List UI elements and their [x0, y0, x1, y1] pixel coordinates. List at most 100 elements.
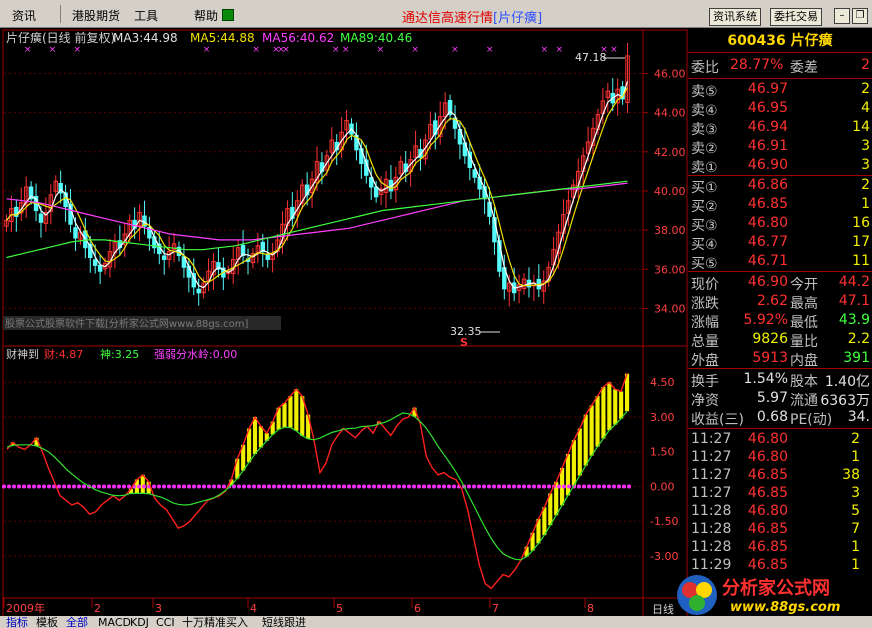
watershed-dot [327, 484, 331, 489]
candle-body [373, 186, 379, 198]
watershed-dot [107, 484, 111, 489]
quote-row-value-2: 17 [852, 234, 870, 250]
quote-row-value: 46.90 [747, 274, 788, 290]
tick-price: 46.85 [747, 467, 788, 483]
quote-row-label: 涨跌 [691, 296, 719, 312]
watershed-dot [447, 484, 451, 489]
quote-row-value-2: 16 [852, 215, 870, 231]
menu-tools[interactable]: 工具 [134, 7, 158, 24]
watershed-dot [7, 484, 11, 489]
watershed-dot [492, 484, 496, 489]
quote-row-value: 5.92% [743, 312, 788, 328]
indicator-bar [258, 426, 263, 448]
tick-row: 11:28 46.80 5 [688, 503, 872, 522]
watershed-dot [242, 484, 246, 489]
quote-row-value: 46.91 [747, 138, 788, 154]
menu-info[interactable]: 资讯 [12, 7, 36, 24]
indicator-bar [613, 389, 618, 425]
watermark-text: 分析家公式网 [722, 578, 830, 599]
indicator-bar [288, 396, 293, 428]
tab-macd[interactable]: MACD [98, 616, 131, 628]
indicator-bar [571, 440, 576, 486]
watershed-dot [282, 484, 286, 489]
watershed-dot [612, 484, 616, 489]
quote-row-value-2: 47.1 [838, 293, 870, 309]
time-tick-label: 4 [250, 602, 257, 615]
ma89-label: MA89:40.46 [340, 31, 412, 45]
indicator-bar [282, 403, 287, 428]
main-title: 片仔癀(日线 前复权) [6, 30, 115, 45]
quote-row-label: 买④ [691, 237, 718, 253]
watershed-dot [62, 484, 66, 489]
ad-banner-text: 股票公式股票软件下载[分析家公式网www.88gs.com] [5, 317, 249, 330]
watershed-dot [267, 484, 271, 489]
watershed-dot [352, 484, 356, 489]
tab-template[interactable]: 模板 [36, 616, 58, 628]
price-tick-label: 40.00 [654, 185, 686, 198]
tab-precise-buy[interactable]: 十万精准买入 [182, 616, 248, 628]
quote-divider [688, 271, 872, 272]
quote-row-label: 买③ [691, 218, 718, 234]
indicator-bar [619, 391, 624, 419]
restore-icon[interactable]: ❐ [852, 8, 868, 24]
watershed-dot [317, 484, 321, 489]
watershed-dot [77, 484, 81, 489]
quote-row-value: 46.94 [747, 119, 788, 135]
quote-row-value-2: 44.2 [838, 274, 870, 290]
status-green-icon [222, 9, 234, 21]
quote-row-value-2: 3 [861, 138, 870, 154]
tab-short-follow[interactable]: 短线跟进 [262, 616, 306, 628]
tab-all[interactable]: 全部 [66, 616, 88, 628]
quote-row-label-2: 股本 [790, 374, 818, 390]
tab-indicator[interactable]: 指标 [6, 616, 28, 628]
watershed-dot [237, 484, 241, 489]
price-tick-label: 36.00 [654, 263, 686, 276]
signal-marker: × [49, 45, 57, 55]
watershed-dot [57, 484, 61, 489]
watershed-dot [112, 484, 116, 489]
watershed-dot [397, 484, 401, 489]
signal-marker: × [332, 45, 340, 55]
menu-help[interactable]: 帮助 [194, 7, 218, 24]
trade-button[interactable]: 委托交易 [770, 8, 822, 26]
watershed-dot [322, 484, 326, 489]
candle-body [196, 288, 201, 294]
quote-row-value-2: 1.40亿 [824, 374, 870, 390]
watershed-dot [527, 484, 531, 489]
quote-row-label: 总量 [691, 334, 719, 350]
time-tick-label: 3 [155, 602, 162, 615]
tab-cci[interactable]: CCI [156, 616, 175, 628]
watershed-dot [437, 484, 441, 489]
chart-area[interactable]: 34.0036.0038.0040.0042.0044.0046.00 -3.0… [0, 28, 688, 618]
indicator-tick-label: 4.50 [650, 376, 675, 389]
indicator-bar [294, 389, 299, 431]
info-system-button[interactable]: 资讯系统 [709, 8, 761, 26]
watershed-dot [427, 484, 431, 489]
quote-row: 买④ 46.77 17 [688, 234, 872, 253]
quote-row-value: 46.85 [747, 196, 788, 212]
watershed-dot [262, 484, 266, 489]
tick-volume: 2 [851, 431, 860, 447]
signal-marker: × [24, 45, 32, 55]
tab-kdj[interactable]: KDJ [130, 616, 149, 628]
quote-row: 换手 1.54% 股本 1.40亿 [688, 371, 872, 390]
watershed-dot [217, 484, 221, 489]
wei-bi-row: 委比 28.77% 委差 2 [688, 57, 872, 76]
signal-marker: × [203, 45, 211, 55]
tick-row: 11:28 46.85 1 [688, 539, 872, 558]
price-tick-label: 38.00 [654, 224, 686, 237]
quote-row-label: 卖② [691, 141, 718, 157]
minimize-icon[interactable]: – [834, 8, 850, 24]
tick-time: 11:27 [691, 431, 732, 447]
watermark-url: www.88gs.com [730, 600, 841, 615]
watershed-dot [412, 484, 416, 489]
menu-hk-futures[interactable]: 港股期货 [72, 7, 120, 24]
watershed-dot [582, 484, 586, 489]
watershed-dot [177, 484, 181, 489]
candle-body [161, 255, 167, 260]
menubar: 资讯 港股期货 工具 帮助 通达信高速行情[片仔癀] 资讯系统 委托交易 – ❐ [0, 0, 872, 28]
quote-row-label: 卖③ [691, 122, 718, 138]
quote-row-value-2: 2 [861, 81, 870, 97]
quote-row-label: 买① [691, 180, 718, 196]
indicator-bar [583, 414, 588, 466]
